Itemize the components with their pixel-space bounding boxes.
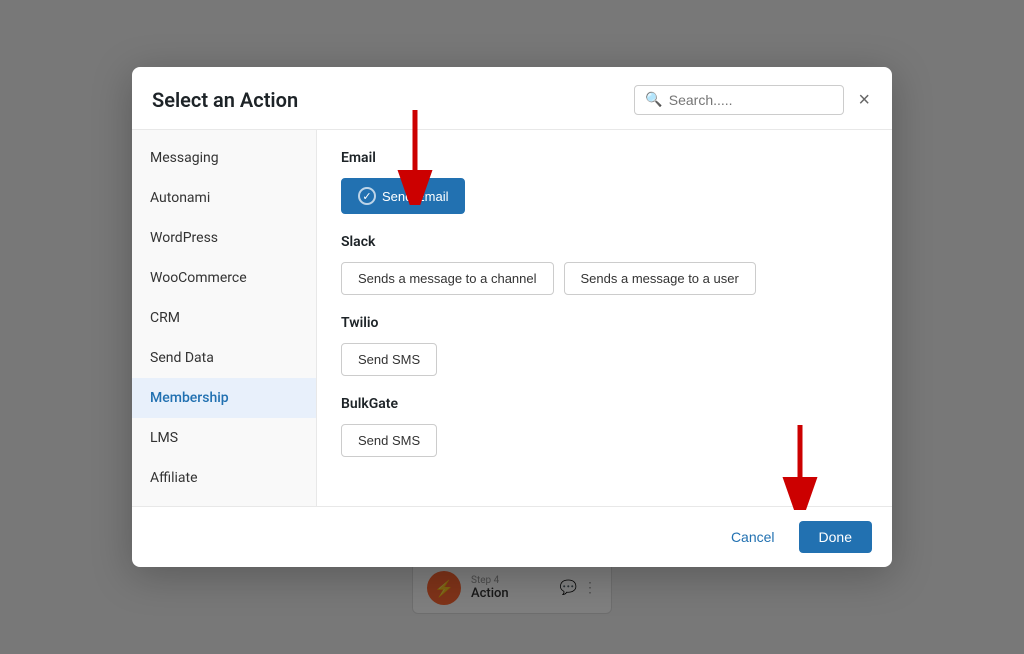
section-email-title: Email xyxy=(341,150,868,166)
slack-user-button[interactable]: Sends a message to a user xyxy=(564,262,756,295)
select-action-modal: Select an Action 🔍 × Messaging Autonami … xyxy=(132,67,892,567)
email-actions: ✓ Send Email xyxy=(341,178,868,214)
cancel-button[interactable]: Cancel xyxy=(717,521,789,553)
section-bulkgate-title: BulkGate xyxy=(341,396,868,412)
sidebar-item-messaging[interactable]: Messaging xyxy=(132,138,316,178)
search-icon: 🔍 xyxy=(645,92,662,108)
send-email-button[interactable]: ✓ Send Email xyxy=(341,178,465,214)
twilio-sms-button[interactable]: Send SMS xyxy=(341,343,437,376)
slack-actions: Sends a message to a channel Sends a mes… xyxy=(341,262,868,295)
done-button[interactable]: Done xyxy=(799,521,872,553)
bulkgate-sms-button[interactable]: Send SMS xyxy=(341,424,437,457)
search-input[interactable] xyxy=(669,92,834,108)
send-email-label: Send Email xyxy=(382,189,448,204)
sidebar-item-affiliate[interactable]: Affiliate xyxy=(132,458,316,498)
sidebar-item-autonami[interactable]: Autonami xyxy=(132,178,316,218)
modal-title: Select an Action xyxy=(152,88,298,112)
sidebar-item-wordpress[interactable]: WordPress xyxy=(132,218,316,258)
twilio-actions: Send SMS xyxy=(341,343,868,376)
sidebar-item-send-data[interactable]: Send Data xyxy=(132,338,316,378)
main-content: Email ✓ Send Email Slack Sends a message… xyxy=(317,130,892,506)
modal-header-right: 🔍 × xyxy=(634,85,872,115)
sidebar-item-lms[interactable]: LMS xyxy=(132,418,316,458)
slack-channel-button[interactable]: Sends a message to a channel xyxy=(341,262,554,295)
check-icon: ✓ xyxy=(358,187,376,205)
modal-body: Messaging Autonami WordPress WooCommerce… xyxy=(132,130,892,506)
search-box[interactable]: 🔍 xyxy=(634,85,844,115)
sidebar-item-woocommerce[interactable]: WooCommerce xyxy=(132,258,316,298)
modal-footer: Cancel Done xyxy=(132,506,892,567)
section-twilio-title: Twilio xyxy=(341,315,868,331)
sidebar: Messaging Autonami WordPress WooCommerce… xyxy=(132,130,317,506)
sidebar-item-crm[interactable]: CRM xyxy=(132,298,316,338)
sidebar-item-membership[interactable]: Membership xyxy=(132,378,316,418)
close-button[interactable]: × xyxy=(856,88,872,112)
section-slack-title: Slack xyxy=(341,234,868,250)
modal-header: Select an Action 🔍 × xyxy=(132,67,892,130)
bulkgate-actions: Send SMS xyxy=(341,424,868,457)
